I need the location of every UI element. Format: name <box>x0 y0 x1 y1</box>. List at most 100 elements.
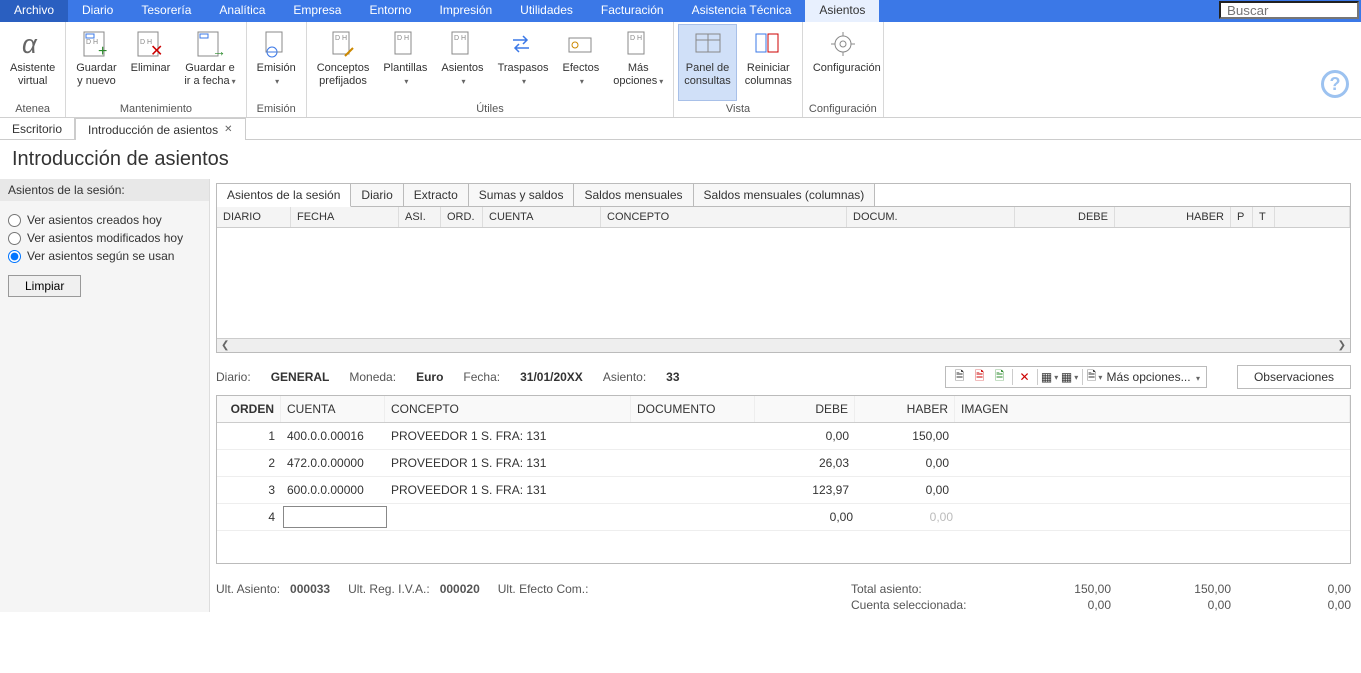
moneda-label: Moneda: <box>349 370 396 384</box>
menu-archivo[interactable]: Archivo <box>0 0 68 22</box>
cell-documento[interactable] <box>631 477 755 503</box>
mas-opciones-dropdown[interactable]: Más opciones... ▾ <box>1107 370 1200 384</box>
cell-cuenta[interactable]: 400.0.0.00016 <box>281 423 385 449</box>
col-imagen[interactable]: IMAGEN <box>955 396 1350 422</box>
tab-sumas-saldos[interactable]: Sumas y saldos <box>469 184 575 206</box>
emision-button[interactable]: Emisión▾ <box>251 24 302 101</box>
horizontal-scrollbar[interactable]: ❮❯ <box>217 338 1350 352</box>
cell-cuenta[interactable]: 472.0.0.00000 <box>281 450 385 476</box>
tab-saldos-mensuales-col[interactable]: Saldos mensuales (columnas) <box>694 184 876 206</box>
menu-facturacion[interactable]: Facturación <box>587 0 678 22</box>
menu-diario[interactable]: Diario <box>68 0 127 22</box>
guardar-ir-fecha-button[interactable]: → Guardar e ir a fecha▾ <box>178 24 241 101</box>
col-cuenta[interactable]: CUENTA <box>483 207 601 227</box>
cell-documento[interactable] <box>631 423 755 449</box>
cell-orden: 2 <box>217 450 281 476</box>
search-input[interactable] <box>1219 1 1359 19</box>
cell-cuenta[interactable]: 600.0.0.00000 <box>281 477 385 503</box>
table-row[interactable]: 1 400.0.0.00016 PROVEEDOR 1 S. FRA: 131 … <box>217 423 1350 450</box>
cell-debe[interactable]: 0,00 <box>759 504 859 530</box>
observaciones-button[interactable]: Observaciones <box>1237 365 1351 389</box>
new-doc-green-icon[interactable]: 🗎 <box>992 369 1008 385</box>
limpiar-button[interactable]: Limpiar <box>8 275 81 297</box>
ult-reg-iva-label: Ult. Reg. I.V.A.: <box>348 582 430 596</box>
col-debe[interactable]: DEBE <box>755 396 855 422</box>
delete-row-icon[interactable]: ✕ <box>1017 369 1033 385</box>
col-diario[interactable]: DIARIO <box>217 207 291 227</box>
new-doc-icon[interactable]: 🗎 <box>952 369 968 385</box>
cell-concepto[interactable]: PROVEEDOR 1 S. FRA: 131 <box>385 423 631 449</box>
radio-modificados-hoy[interactable]: Ver asientos modificados hoy <box>8 231 201 245</box>
cell-debe[interactable]: 26,03 <box>755 450 855 476</box>
col-p[interactable]: P <box>1231 207 1253 227</box>
radio-segun-usan[interactable]: Ver asientos según se usan <box>8 249 201 263</box>
menu-impresion[interactable]: Impresión <box>425 0 506 22</box>
menu-empresa[interactable]: Empresa <box>279 0 355 22</box>
table-row[interactable]: 2 472.0.0.00000 PROVEEDOR 1 S. FRA: 131 … <box>217 450 1350 477</box>
cell-documento[interactable] <box>635 504 759 530</box>
col-orden[interactable]: ORDEN <box>217 396 281 422</box>
tab-introduccion-asientos[interactable]: Introducción de asientos ✕ <box>75 118 245 140</box>
col-documento[interactable]: DOCUMENTO <box>631 396 755 422</box>
col-cuenta[interactable]: CUENTA <box>281 396 385 422</box>
cell-imagen[interactable] <box>955 477 1350 503</box>
cell-haber[interactable]: 0,00 <box>859 504 959 530</box>
col-asi[interactable]: ASI. <box>399 207 441 227</box>
guardar-nuevo-button[interactable]: D H+ Guardar y nuevo <box>70 24 122 101</box>
mas-opciones-button[interactable]: D H Más opciones▾ <box>607 24 669 101</box>
tool-c-icon[interactable]: 🗎▾ <box>1087 369 1103 385</box>
asientos-util-button[interactable]: D H Asientos▾ <box>435 24 489 101</box>
col-haber[interactable]: HABER <box>855 396 955 422</box>
reiniciar-columnas-button[interactable]: Reiniciar columnas <box>739 24 798 101</box>
tool-b-icon[interactable]: ▦▾ <box>1062 369 1078 385</box>
cell-imagen[interactable] <box>959 504 1350 530</box>
cell-imagen[interactable] <box>955 450 1350 476</box>
cell-haber[interactable]: 0,00 <box>855 450 955 476</box>
tab-diario[interactable]: Diario <box>351 184 403 206</box>
cell-concepto[interactable]: PROVEEDOR 1 S. FRA: 131 <box>385 450 631 476</box>
tab-asientos-sesion[interactable]: Asientos de la sesión <box>217 184 351 207</box>
menu-asientos[interactable]: Asientos <box>805 0 879 22</box>
radio-creados-hoy[interactable]: Ver asientos creados hoy <box>8 213 201 227</box>
menu-entorno[interactable]: Entorno <box>355 0 425 22</box>
col-docum[interactable]: DOCUM. <box>847 207 1015 227</box>
traspasos-button[interactable]: Traspasos▾ <box>492 24 555 101</box>
table-row[interactable]: 3 600.0.0.00000 PROVEEDOR 1 S. FRA: 131 … <box>217 477 1350 504</box>
session-grid-body[interactable] <box>217 228 1350 338</box>
col-ord[interactable]: ORD. <box>441 207 483 227</box>
cell-concepto[interactable] <box>389 504 635 530</box>
close-icon[interactable]: ✕ <box>224 124 232 135</box>
col-concepto[interactable]: CONCEPTO <box>601 207 847 227</box>
tab-escritorio[interactable]: Escritorio <box>0 118 75 139</box>
menu-asistencia[interactable]: Asistencia Técnica <box>678 0 806 22</box>
col-t[interactable]: T <box>1253 207 1275 227</box>
cell-imagen[interactable] <box>955 423 1350 449</box>
tool-a-icon[interactable]: ▦▾ <box>1042 369 1058 385</box>
help-icon[interactable]: ? <box>1321 70 1349 98</box>
configuracion-button[interactable]: Configuración <box>807 24 879 101</box>
conceptos-prefijados-button[interactable]: D H Conceptos prefijados <box>311 24 376 101</box>
plantillas-button[interactable]: D H Plantillas▾ <box>377 24 433 101</box>
cell-documento[interactable] <box>631 450 755 476</box>
cuenta-input[interactable] <box>283 506 387 528</box>
cell-debe[interactable]: 123,97 <box>755 477 855 503</box>
asistente-virtual-button[interactable]: α Asistente virtual <box>4 24 61 101</box>
col-haber[interactable]: HABER <box>1115 207 1231 227</box>
menu-utilidades[interactable]: Utilidades <box>506 0 587 22</box>
new-doc-red-icon[interactable]: 🗎 <box>972 369 988 385</box>
col-debe[interactable]: DEBE <box>1015 207 1115 227</box>
cell-debe[interactable]: 0,00 <box>755 423 855 449</box>
panel-consultas-button[interactable]: Panel de consultas <box>678 24 736 101</box>
col-concepto[interactable]: CONCEPTO <box>385 396 631 422</box>
cell-concepto[interactable]: PROVEEDOR 1 S. FRA: 131 <box>385 477 631 503</box>
col-fecha[interactable]: FECHA <box>291 207 399 227</box>
cell-haber[interactable]: 150,00 <box>855 423 955 449</box>
table-row-editing[interactable]: 4 0,00 0,00 <box>217 504 1350 531</box>
tab-extracto[interactable]: Extracto <box>404 184 469 206</box>
eliminar-button[interactable]: D H✕ Eliminar <box>125 24 177 101</box>
efectos-button[interactable]: Efectos▾ <box>557 24 606 101</box>
cell-haber[interactable]: 0,00 <box>855 477 955 503</box>
menu-analitica[interactable]: Analítica <box>205 0 279 22</box>
menu-tesoreria[interactable]: Tesorería <box>127 0 205 22</box>
tab-saldos-mensuales[interactable]: Saldos mensuales <box>574 184 693 206</box>
